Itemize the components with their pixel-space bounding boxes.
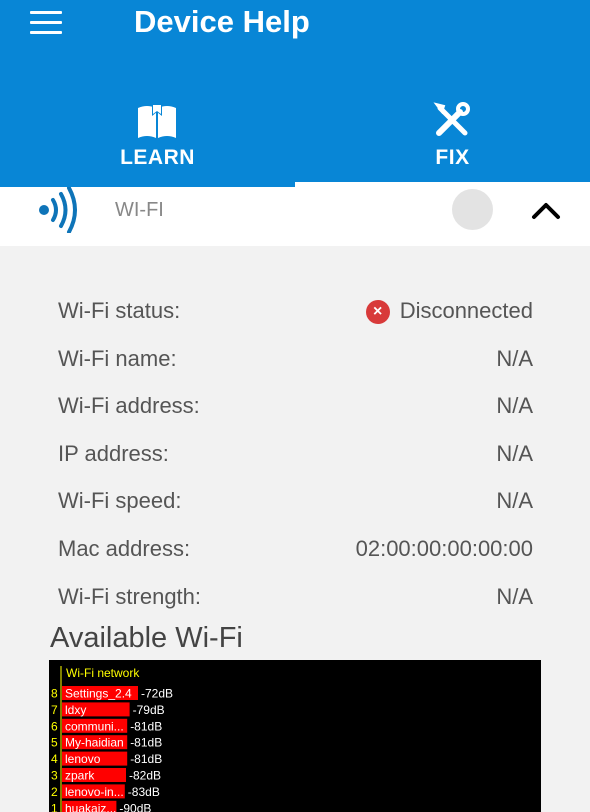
info-label: Wi-Fi status: [58,298,181,323]
hamburger-line [30,21,62,24]
chart-rank-label: 8 [51,687,58,701]
tab-fix[interactable]: FIX [305,94,590,187]
status-value: Disconnected [399,298,533,323]
chart-rank-label: 4 [51,752,58,766]
chart-category-label: My-haidian [65,736,124,750]
info-value: N/A [496,584,533,609]
chart-value-label: -83dB [128,785,160,799]
chart-rank-label: 5 [51,736,58,750]
tab-learn[interactable]: LEARN [10,94,305,187]
info-row-speed: Wi-Fi speed: N/A [58,488,533,518]
info-value: × Disconnected [365,298,533,324]
tab-fix-label: FIX [435,146,470,169]
info-label: Wi-Fi name: [58,346,177,371]
app-bar: Device Help LEARN FIX [0,0,590,187]
info-row-strength: Wi-Fi strength: N/A [58,584,533,614]
chart-category-label: lenovo [65,752,101,766]
chart-category-label: Settings_2.4 [65,687,132,701]
menu-button[interactable] [30,11,62,37]
chart-value-label: -79dB [133,703,165,717]
info-value: 02:00:00:00:00:00 [355,536,533,561]
info-label: Mac address: [58,536,191,561]
info-row-name: Wi-Fi name: N/A [58,346,533,376]
info-label: Wi-Fi strength: [58,584,202,609]
wifi-network-chart: Wi-Fi network 8 Settings_2.4 -72dB 7 ldxy -79d… [49,660,541,812]
chart-value-label: -90dB [119,801,151,812]
info-value: N/A [496,346,533,371]
chart-title: Wi-Fi network [66,666,140,680]
info-label: Wi-Fi speed: [58,488,182,513]
info-label: IP address: [58,441,169,466]
tools-icon [305,100,590,140]
info-row-status: Wi-Fi status: × Disconnected [58,298,533,328]
error-x-icon: × [365,300,390,324]
wifi-section-header[interactable]: WI-FI [0,186,590,246]
chevron-up-icon [532,203,560,219]
chart-rank-label: 2 [51,785,58,799]
chart-rank-label: 1 [51,801,58,812]
chart-rank-label: 7 [51,703,58,717]
chart-value-label: -82dB [129,769,161,783]
chart-category-label: huakaiz... [65,801,116,812]
wifi-section-label: WI-FI [115,199,164,221]
collapse-button[interactable] [528,197,564,225]
chart-category-label: lenovo-in... [65,785,124,799]
hamburger-icon [30,11,62,14]
chart-category-label: ldxy [65,703,86,717]
info-row-ip: IP address: N/A [58,441,533,471]
info-value: N/A [496,441,533,466]
chart-rank-label: 3 [51,769,58,783]
hamburger-line [30,31,62,34]
chart-category-label: communi... [65,719,124,733]
available-wifi-title: Available Wi-Fi [50,622,243,654]
wifi-chart-svg: Wi-Fi network 8 Settings_2.4 -72dB 7 ldxy -79d… [51,666,173,812]
wifi-toggle[interactable] [452,189,493,230]
chart-category-label: zpark [65,769,95,783]
book-icon [10,100,305,140]
info-row-address: Wi-Fi address: N/A [58,393,533,423]
chart-value-label: -81dB [130,719,162,733]
chart-value-label: -81dB [130,736,162,750]
app-title: Device Help [134,4,310,39]
chart-value-label: -81dB [130,752,162,766]
chart-value-label: -72dB [141,687,173,701]
tab-learn-label: LEARN [120,146,195,169]
info-row-mac: Mac address: 02:00:00:00:00:00 [58,536,533,566]
info-value: N/A [496,393,533,418]
wifi-signal-icon [36,186,80,234]
info-value: N/A [496,488,533,513]
chart-rank-label: 6 [51,719,58,733]
info-label: Wi-Fi address: [58,393,200,418]
